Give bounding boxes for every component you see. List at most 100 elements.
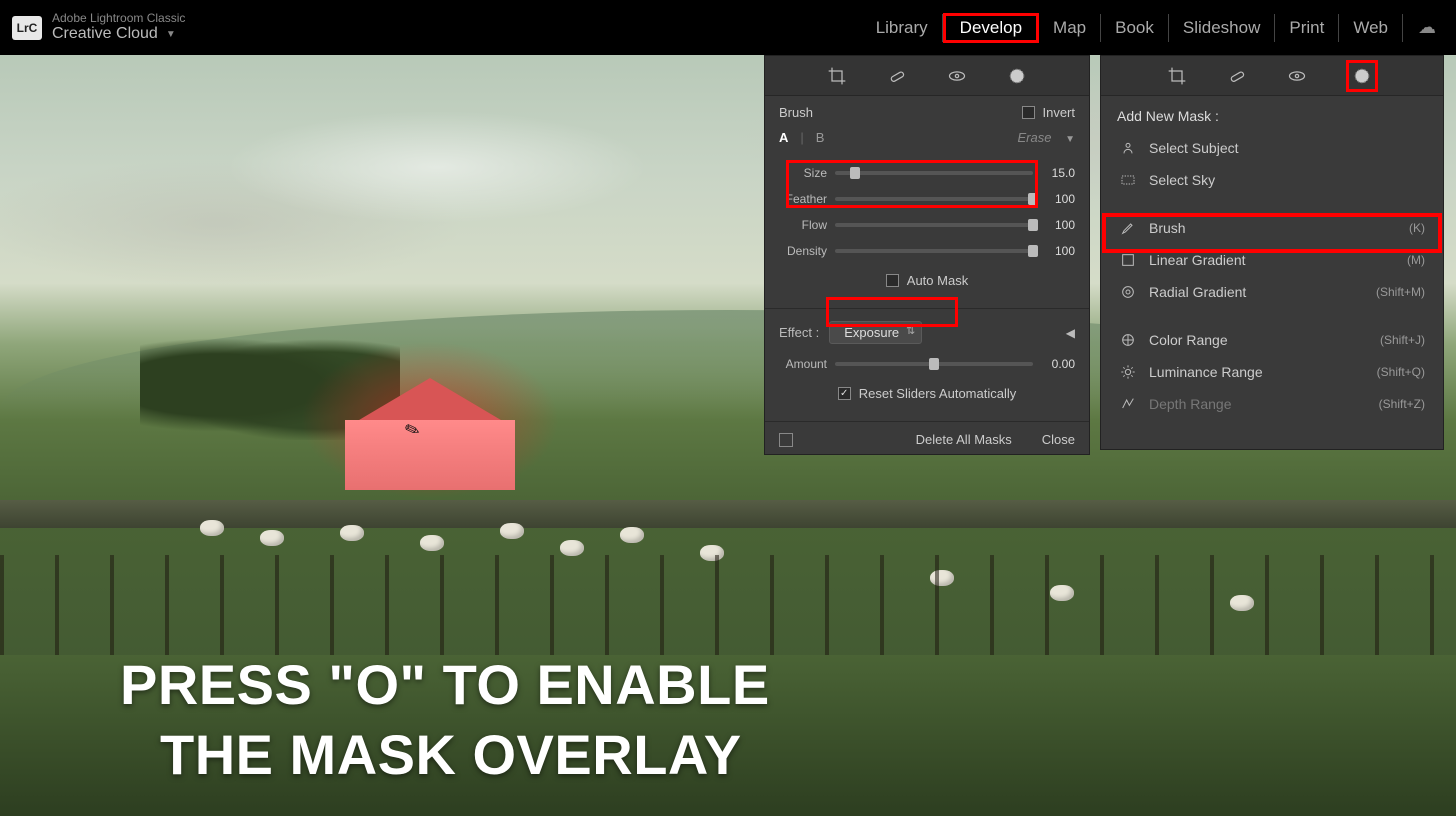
flow-value: 100 (1041, 218, 1075, 232)
masking-icon[interactable] (1351, 65, 1373, 87)
brush-options-panel: Brush Invert A | B Erase ▼ Size 15.0 Fea… (764, 55, 1090, 455)
highlight-masking (1346, 60, 1378, 92)
mask-linear-gradient[interactable]: Linear Gradient (M) (1101, 244, 1443, 276)
caption-line-1: PRESS "O" TO ENABLE (120, 650, 770, 720)
mask-brush[interactable]: Brush (K) (1101, 212, 1443, 244)
mask-shortcut: (Shift+Z) (1379, 397, 1425, 411)
size-label: Size (779, 166, 835, 180)
feather-label: Feather (779, 192, 835, 206)
tool-strip-left (765, 56, 1089, 96)
reset-checkbox[interactable]: ✓ (838, 387, 851, 400)
mask-item-label: Radial Gradient (1149, 284, 1246, 300)
healing-icon[interactable] (1226, 65, 1248, 87)
module-book[interactable]: Book (1101, 14, 1169, 42)
radial-gradient-icon (1119, 283, 1137, 301)
density-value: 100 (1041, 244, 1075, 258)
amount-value: 0.00 (1041, 357, 1075, 371)
module-picker: Library Develop Map Book Slideshow Print… (862, 13, 1444, 43)
creative-cloud-label: Creative Cloud (52, 25, 158, 43)
mask-item-label: Color Range (1149, 332, 1228, 348)
luminance-icon (1119, 363, 1137, 381)
mask-item-label: Luminance Range (1149, 364, 1263, 380)
highlight-develop: Develop (943, 13, 1039, 43)
mask-select-subject[interactable]: Select Subject (1101, 132, 1443, 164)
color-range-icon (1119, 331, 1137, 349)
slider-flow-row: Flow 100 (779, 213, 1075, 237)
module-develop[interactable]: Develop (956, 16, 1026, 39)
mask-item-label: Linear Gradient (1149, 252, 1246, 268)
app-title: Adobe Lightroom Classic (52, 12, 185, 25)
app-logo: LrC (12, 16, 42, 40)
top-bar: LrC Adobe Lightroom Classic Creative Clo… (0, 0, 1456, 55)
amount-slider[interactable] (835, 362, 1033, 366)
creative-cloud-menu[interactable]: Creative Cloud ▼ (52, 25, 185, 43)
mask-color-range[interactable]: Color Range (Shift+J) (1101, 324, 1443, 356)
size-value: 15.0 (1041, 166, 1075, 180)
mask-shortcut: (M) (1407, 253, 1425, 267)
mask-shortcut: (Shift+J) (1380, 333, 1425, 347)
module-map[interactable]: Map (1039, 14, 1101, 42)
mask-item-label: Depth Range (1149, 396, 1232, 412)
depth-icon (1119, 395, 1137, 413)
amount-label: Amount (779, 357, 835, 371)
effect-dropdown[interactable]: Exposure (829, 321, 922, 344)
invert-label: Invert (1042, 105, 1075, 120)
photo-house (330, 390, 530, 490)
effect-label: Effect : (779, 325, 819, 340)
effect-collapse-icon[interactable]: ◀ (1066, 326, 1075, 340)
automask-checkbox[interactable] (886, 274, 899, 287)
slider-density-row: Density 100 (779, 239, 1075, 263)
cloud-sync-icon[interactable]: ☁ (1418, 17, 1436, 38)
close-button[interactable]: Close (1042, 432, 1075, 447)
mask-item-label: Select Subject (1149, 140, 1239, 156)
crop-icon[interactable] (1166, 65, 1188, 87)
mask-shortcut: (Shift+Q) (1377, 365, 1425, 379)
mask-radial-gradient[interactable]: Radial Gradient (Shift+M) (1101, 276, 1443, 308)
masking-icon[interactable] (1006, 65, 1028, 87)
reset-label: Reset Sliders Automatically (859, 386, 1017, 401)
collapse-icon[interactable]: ▼ (1065, 134, 1075, 145)
module-print[interactable]: Print (1275, 14, 1339, 42)
mask-depth-range: Depth Range (Shift+Z) (1101, 388, 1443, 420)
panel-switch-icon[interactable] (779, 433, 793, 447)
flow-slider[interactable] (835, 223, 1033, 227)
tool-strip-right (1101, 56, 1443, 96)
brush-tab-a[interactable]: A (779, 130, 788, 145)
delete-all-masks-button[interactable]: Delete All Masks (916, 432, 1012, 447)
module-library[interactable]: Library (862, 14, 943, 42)
add-mask-title: Add New Mask : (1101, 96, 1443, 132)
app-names: Adobe Lightroom Classic Creative Cloud ▼ (52, 12, 185, 43)
redeye-icon[interactable] (946, 65, 968, 87)
linear-gradient-icon (1119, 251, 1137, 269)
mask-luminance-range[interactable]: Luminance Range (Shift+Q) (1101, 356, 1443, 388)
caption-line-2: THE MASK OVERLAY (120, 720, 770, 790)
density-label: Density (779, 244, 835, 258)
size-slider[interactable] (835, 171, 1033, 175)
healing-icon[interactable] (886, 65, 908, 87)
mask-select-sky[interactable]: Select Sky (1101, 164, 1443, 196)
brush-tab-b[interactable]: B (816, 130, 825, 145)
mask-shortcut: (K) (1409, 221, 1425, 235)
instruction-caption: PRESS "O" TO ENABLE THE MASK OVERLAY (120, 650, 770, 790)
module-web[interactable]: Web (1339, 14, 1403, 42)
invert-checkbox[interactable] (1022, 106, 1035, 119)
density-slider[interactable] (835, 249, 1033, 253)
slider-size-row: Size 15.0 (779, 161, 1075, 185)
mask-item-label: Select Sky (1149, 172, 1215, 188)
flow-label: Flow (779, 218, 835, 232)
automask-label: Auto Mask (907, 273, 968, 288)
mask-item-label: Brush (1149, 220, 1186, 236)
dropdown-triangle-icon: ▼ (166, 29, 176, 40)
sky-icon (1119, 171, 1137, 189)
brush-icon (1119, 219, 1137, 237)
module-slideshow[interactable]: Slideshow (1169, 14, 1276, 42)
subject-icon (1119, 139, 1137, 157)
redeye-icon[interactable] (1286, 65, 1308, 87)
mask-shortcut: (Shift+M) (1376, 285, 1425, 299)
slider-feather-row: Feather 100 (779, 187, 1075, 211)
crop-icon[interactable] (826, 65, 848, 87)
erase-mode[interactable]: Erase (1018, 130, 1052, 145)
feather-value: 100 (1041, 192, 1075, 206)
feather-slider[interactable] (835, 197, 1033, 201)
slider-amount-row: Amount 0.00 (779, 352, 1075, 376)
